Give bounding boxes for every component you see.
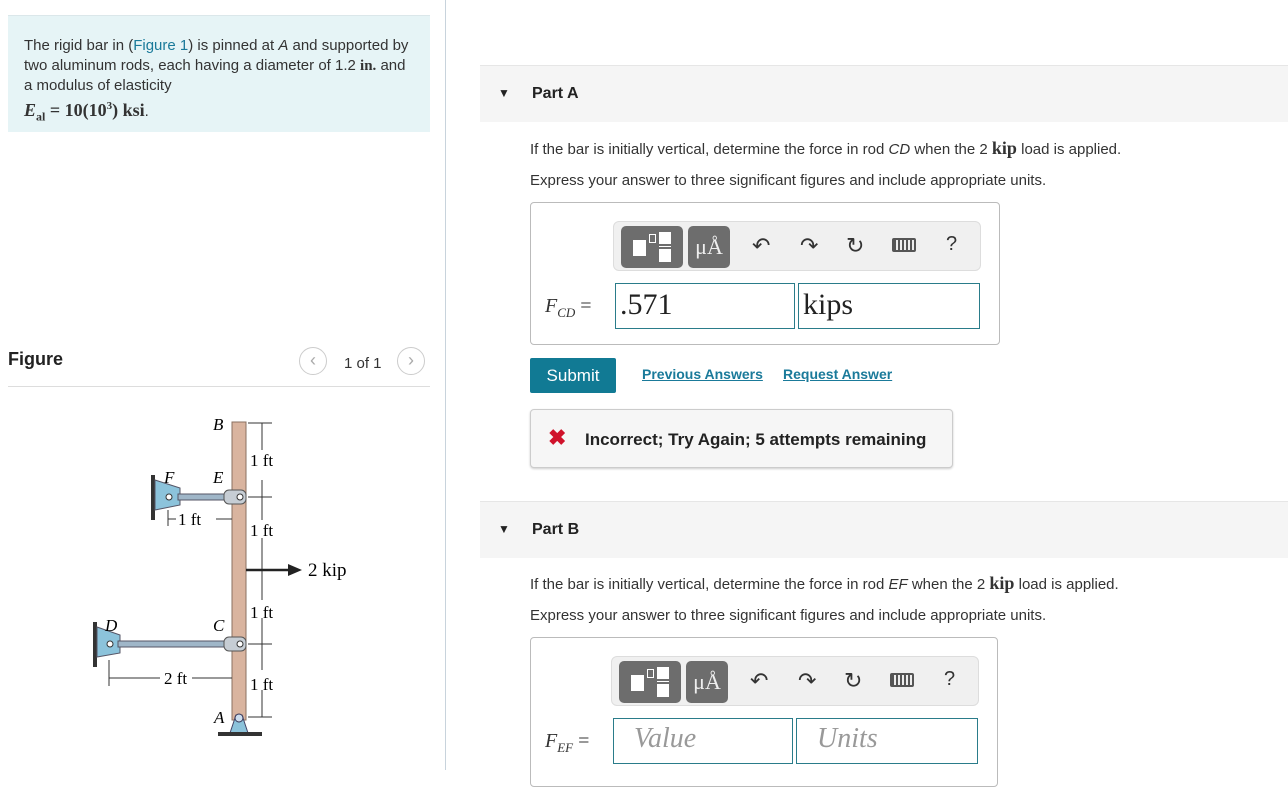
figure-pager: 1 of 1	[344, 355, 382, 372]
svg-text:1 ft: 1 ft	[250, 451, 273, 470]
part-a-header[interactable]: ▼ Part A	[480, 65, 1288, 122]
svg-text:1 ft: 1 ft	[178, 510, 201, 529]
undo-icon[interactable]: ↶	[752, 233, 770, 259]
reset-icon[interactable]: ↻	[846, 233, 864, 259]
reset-icon[interactable]: ↻	[844, 668, 862, 694]
feedback-message: ✖ Incorrect; Try Again; 5 attempts remain…	[530, 409, 953, 468]
help-icon[interactable]: ?	[946, 233, 957, 256]
part-a-question: If the bar is initially vertical, determ…	[530, 138, 1122, 158]
collapse-icon[interactable]: ▼	[498, 522, 510, 536]
request-answer-link[interactable]: Request Answer	[783, 366, 892, 382]
redo-icon[interactable]: ↷	[798, 668, 816, 694]
answer-label: FEF =	[545, 730, 590, 755]
next-figure-button[interactable]: ›	[397, 347, 425, 375]
figure-header: Figure ‹ 1 of 1 ›	[8, 345, 430, 387]
svg-text:1 ft: 1 ft	[250, 521, 273, 540]
figure-title: Figure	[8, 349, 64, 369]
part-a-answer-box: μÅ ↶ ↷ ↻ ? FCD = .571 kips	[530, 202, 1000, 345]
units-button[interactable]: μÅ	[688, 226, 730, 268]
undo-icon[interactable]: ↶	[750, 668, 768, 694]
prev-figure-button[interactable]: ‹	[299, 347, 327, 375]
math-toolbar: μÅ ↶ ↷ ↻ ?	[613, 221, 981, 271]
svg-text:F: F	[163, 468, 175, 487]
templates-button[interactable]	[621, 226, 683, 268]
math-toolbar: μÅ ↶ ↷ ↻ ?	[611, 656, 979, 706]
left-panel: The rigid bar in (Figure 1) is pinned at…	[0, 0, 446, 770]
submit-button[interactable]: Submit	[530, 358, 616, 393]
help-icon[interactable]: ?	[944, 668, 955, 691]
rigid-bar	[231, 421, 247, 721]
value-input[interactable]: Value	[613, 718, 793, 764]
part-b-answer-box: μÅ ↶ ↷ ↻ ? FEF = Value Units	[530, 637, 998, 787]
figure-diagram: B F E D C A 1 ft 1 ft 1 ft 1 ft 1 ft 2 f…	[93, 415, 347, 736]
svg-text:2 ft: 2 ft	[164, 669, 187, 688]
svg-text:E: E	[212, 468, 224, 487]
redo-icon[interactable]: ↷	[800, 233, 818, 259]
svg-text:2 kip: 2 kip	[308, 560, 347, 581]
value-input[interactable]: .571	[615, 283, 795, 329]
collapse-icon[interactable]: ▼	[498, 86, 510, 100]
figure-link[interactable]: Figure 1	[133, 37, 188, 54]
previous-answers-link[interactable]: Previous Answers	[642, 366, 763, 382]
part-b-header[interactable]: ▼ Part B	[480, 501, 1288, 558]
units-input[interactable]: kips	[798, 283, 980, 329]
svg-text:B: B	[213, 415, 224, 434]
templates-button[interactable]	[619, 661, 681, 703]
svg-text:1 ft: 1 ft	[250, 675, 273, 694]
error-x-icon: ✖	[548, 425, 567, 450]
answer-label: FCD =	[545, 295, 592, 320]
svg-text:D: D	[104, 616, 118, 635]
modulus: Eal = 10(103) ksi	[24, 100, 145, 124]
keyboard-icon[interactable]	[892, 238, 916, 252]
part-b-question: If the bar is initially vertical, determ…	[530, 573, 1119, 593]
keyboard-icon[interactable]	[890, 673, 914, 687]
units-button[interactable]: μÅ	[686, 661, 728, 703]
part-b-instructions: Express your answer to three significant…	[530, 607, 1047, 624]
svg-text:A: A	[213, 708, 225, 727]
svg-text:C: C	[213, 616, 225, 635]
svg-text:1 ft: 1 ft	[250, 603, 273, 622]
problem-statement: The rigid bar in (Figure 1) is pinned at…	[8, 15, 430, 132]
part-a-instructions: Express your answer to three significant…	[530, 172, 1047, 189]
units-input[interactable]: Units	[796, 718, 978, 764]
